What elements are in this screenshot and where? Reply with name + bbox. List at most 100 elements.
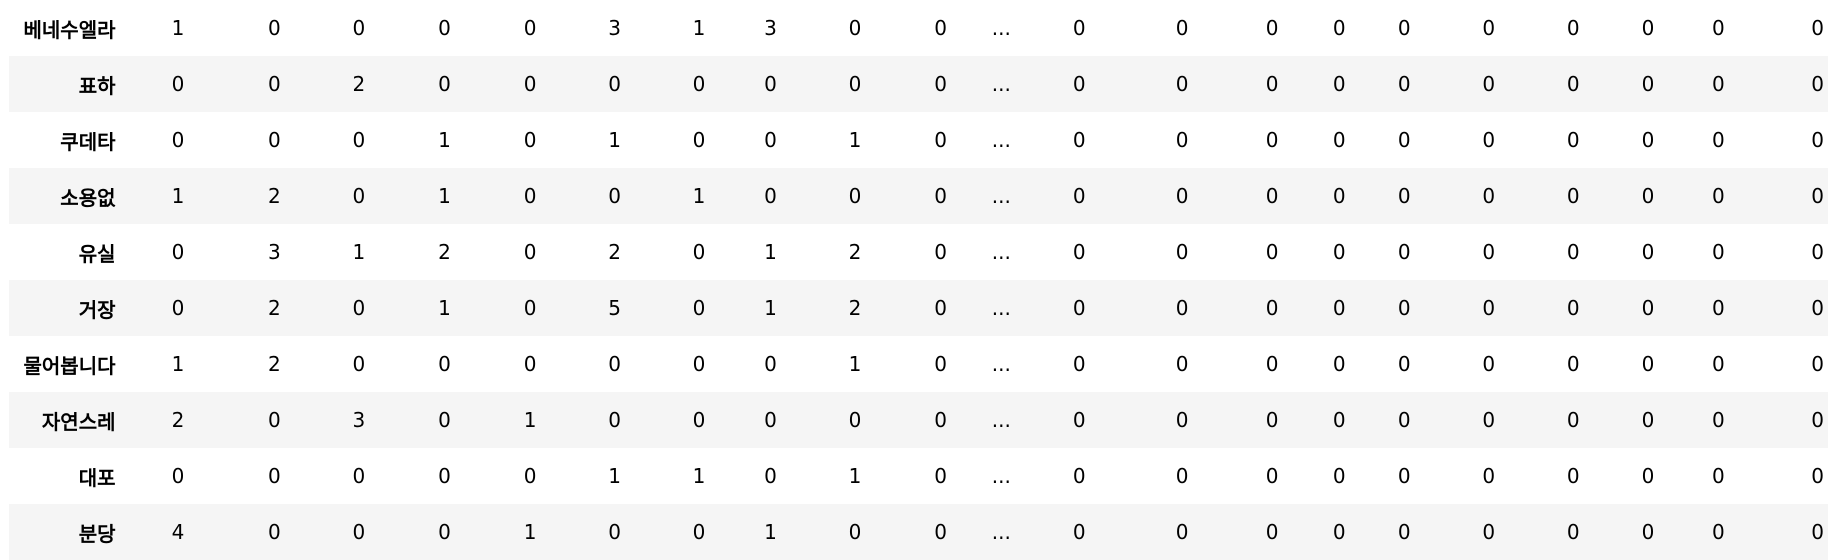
table-cell: 0 — [1397, 72, 1411, 96]
table-cell: 0 — [692, 408, 706, 432]
table-cell: 0 — [438, 520, 451, 544]
table-cell: 0 — [1397, 352, 1411, 376]
table-cell: 0 — [352, 520, 366, 544]
dataframe-table-container: 베네수엘라 1 0 0 0 0 3 1 3 0 0... 0 0 0 0 0 0 0 0 0 0 표하 0 0 2 0 0 0 0 0 0 0… — [9, 0, 1828, 560]
table-cell: 0 — [1397, 16, 1411, 40]
table-row: 유실 0 3 1 2 0 2 0 1 2 0... 0 0 0 0 0 0 0 0 0 0 — [9, 224, 1828, 280]
table-cell: 1 — [352, 240, 366, 264]
row-index-label: 쿠데타 — [60, 129, 116, 154]
ellipsis-cell: ... — [991, 184, 1011, 208]
table-cell: 0 — [1641, 128, 1655, 152]
table-cell: 1 — [171, 352, 185, 376]
table-cell: 0 — [1711, 16, 1725, 40]
table-cell: 2 — [848, 240, 862, 264]
table-cell: 0 — [934, 352, 947, 376]
table-cell: 1 — [764, 240, 777, 264]
table-cell: 0 — [1482, 296, 1496, 320]
table-cell: 0 — [352, 184, 366, 208]
table-cell: 0 — [523, 16, 537, 40]
table-cell: 0 — [438, 408, 451, 432]
table-cell: 0 — [1072, 464, 1086, 488]
table-cell: 1 — [848, 128, 862, 152]
table-cell: 0 — [1566, 184, 1580, 208]
table-row: 표하 0 0 2 0 0 0 0 0 0 0... 0 0 0 0 0 0 0 0 0 0 — [9, 56, 1828, 112]
table-cell: 4 — [171, 520, 185, 544]
table-cell: 0 — [1811, 520, 1824, 544]
table-cell: 0 — [934, 296, 947, 320]
table-cell: 0 — [1332, 352, 1346, 376]
table-cell: 2 — [268, 184, 281, 208]
ellipsis-cell: ... — [991, 128, 1011, 152]
table-cell: 0 — [1175, 240, 1189, 264]
table-cell: 0 — [1332, 72, 1346, 96]
table-cell: 0 — [1175, 16, 1189, 40]
table-cell: 0 — [934, 184, 947, 208]
table-cell: 0 — [1711, 408, 1725, 432]
table-cell: 0 — [764, 128, 777, 152]
table-cell: 2 — [268, 296, 281, 320]
table-cell: 0 — [1175, 72, 1189, 96]
table-cell: 0 — [764, 408, 777, 432]
table-cell: 0 — [608, 408, 621, 432]
table-cell: 0 — [1811, 72, 1824, 96]
table-cell: 0 — [692, 296, 706, 320]
table-cell: 0 — [1811, 296, 1824, 320]
table-cell: 0 — [1811, 464, 1824, 488]
table-cell: 1 — [764, 520, 777, 544]
table-cell: 0 — [268, 408, 281, 432]
table-cell: 0 — [1265, 520, 1279, 544]
table-cell: 0 — [1397, 520, 1411, 544]
table-cell: 0 — [934, 464, 947, 488]
ellipsis-cell: ... — [991, 240, 1011, 264]
table-cell: 0 — [1175, 520, 1189, 544]
table-cell: 0 — [1175, 464, 1189, 488]
table-cell: 3 — [608, 16, 621, 40]
dataframe-table: 베네수엘라 1 0 0 0 0 3 1 3 0 0... 0 0 0 0 0 0 0 0 0 0 표하 0 0 2 0 0 0 0 0 0 0… — [9, 0, 1828, 560]
table-cell: 1 — [171, 16, 185, 40]
table-cell: 0 — [1397, 240, 1411, 264]
table-cell: 0 — [1332, 16, 1346, 40]
table-cell: 0 — [1811, 240, 1824, 264]
table-cell: 0 — [1641, 240, 1655, 264]
table-cell: 0 — [1641, 520, 1655, 544]
table-cell: 3 — [268, 240, 281, 264]
table-cell: 0 — [1482, 16, 1496, 40]
table-cell: 0 — [934, 240, 947, 264]
table-cell: 0 — [1566, 464, 1580, 488]
table-cell: 0 — [848, 16, 862, 40]
table-cell: 0 — [934, 520, 947, 544]
table-cell: 0 — [692, 240, 706, 264]
table-cell: 1 — [848, 464, 862, 488]
table-cell: 0 — [1641, 296, 1655, 320]
table-cell: 0 — [1332, 296, 1346, 320]
table-cell: 0 — [523, 464, 537, 488]
table-cell: 0 — [934, 408, 947, 432]
ellipsis-cell: ... — [991, 296, 1011, 320]
table-cell: 2 — [171, 408, 185, 432]
table-cell: 3 — [352, 408, 366, 432]
table-cell: 0 — [764, 464, 777, 488]
table-cell: 2 — [438, 240, 451, 264]
table-cell: 0 — [1482, 352, 1496, 376]
table-cell: 0 — [1175, 352, 1189, 376]
table-cell: 0 — [268, 16, 281, 40]
table-cell: 1 — [523, 408, 537, 432]
table-cell: 0 — [764, 72, 777, 96]
table-cell: 1 — [171, 184, 185, 208]
table-cell: 0 — [1175, 128, 1189, 152]
table-cell: 0 — [1641, 72, 1655, 96]
table-cell: 0 — [268, 72, 281, 96]
table-cell: 0 — [171, 72, 185, 96]
table-cell: 0 — [1482, 408, 1496, 432]
table-cell: 0 — [1072, 72, 1086, 96]
table-cell: 0 — [934, 16, 947, 40]
table-cell: 0 — [692, 352, 706, 376]
table-cell: 0 — [171, 128, 185, 152]
table-cell: 0 — [268, 520, 281, 544]
row-index-label: 표하 — [78, 73, 116, 98]
table-cell: 0 — [848, 520, 862, 544]
table-cell: 1 — [608, 128, 621, 152]
table-cell: 0 — [1482, 72, 1496, 96]
table-cell: 0 — [268, 464, 281, 488]
table-cell: 0 — [1641, 408, 1655, 432]
